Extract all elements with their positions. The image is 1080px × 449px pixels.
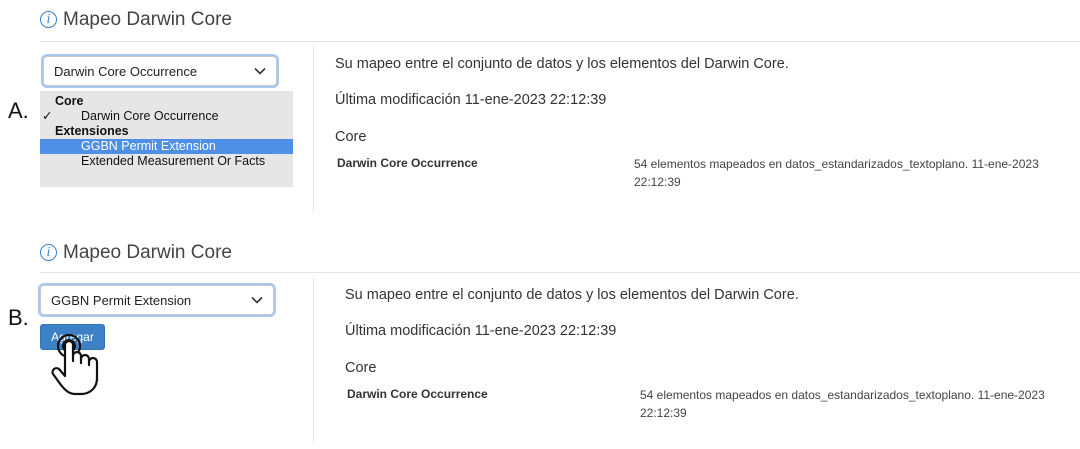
- checkmark-icon: ✓: [42, 109, 53, 123]
- dropdown-group-core: Core: [55, 94, 84, 108]
- last-modified: Última modificación 11-ene-2023 22:12:39: [335, 92, 607, 108]
- mapping-description: Su mapeo entre el conjunto de datos y lo…: [345, 287, 799, 303]
- panel-marker: B.: [8, 305, 29, 330]
- last-modified: Última modificación 11-ene-2023 22:12:39: [345, 323, 617, 339]
- divider: [40, 41, 1080, 42]
- hand-pointer-icon: [51, 334, 99, 396]
- panel-b-title: i Mapeo Darwin Core: [40, 242, 232, 264]
- dropdown-group-extensions: Extensiones: [55, 124, 129, 138]
- chevron-down-icon: [251, 296, 263, 304]
- dropdown-option-extended-measurement[interactable]: Extended Measurement Or Facts: [40, 154, 293, 169]
- column-divider: [313, 278, 314, 442]
- dropdown-option-darwin-core-occurrence[interactable]: ✓ Darwin Core Occurrence: [40, 109, 293, 124]
- mapping-description: Su mapeo entre el conjunto de datos y lo…: [335, 56, 789, 72]
- panel-a-title: i Mapeo Darwin Core: [40, 9, 232, 31]
- mapping-select[interactable]: Darwin Core Occurrence: [43, 56, 277, 86]
- select-value: Darwin Core Occurrence: [54, 63, 198, 79]
- divider: [40, 272, 1080, 273]
- chevron-down-icon: [254, 67, 266, 75]
- section-heading-core: Core: [345, 360, 377, 376]
- panel-marker: A.: [8, 98, 29, 123]
- core-mapping-name[interactable]: Darwin Core Occurrence: [337, 156, 478, 170]
- core-mapping-detail: 54 elementos mapeados en datos_estandari…: [640, 388, 1045, 420]
- dropdown-option-ggbn-permit[interactable]: GGBN Permit Extension: [40, 139, 293, 154]
- core-mapping-name[interactable]: Darwin Core Occurrence: [347, 387, 488, 401]
- info-icon[interactable]: i: [40, 10, 57, 28]
- mapping-select[interactable]: GGBN Permit Extension: [40, 285, 274, 315]
- column-divider: [313, 46, 314, 212]
- select-value: GGBN Permit Extension: [51, 292, 192, 308]
- section-heading-core: Core: [335, 129, 367, 145]
- select-dropdown: Core ✓ Darwin Core Occurrence Extensione…: [40, 91, 293, 187]
- core-mapping-detail: 54 elementos mapeados en datos_estandari…: [634, 157, 1039, 189]
- info-icon[interactable]: i: [40, 243, 57, 261]
